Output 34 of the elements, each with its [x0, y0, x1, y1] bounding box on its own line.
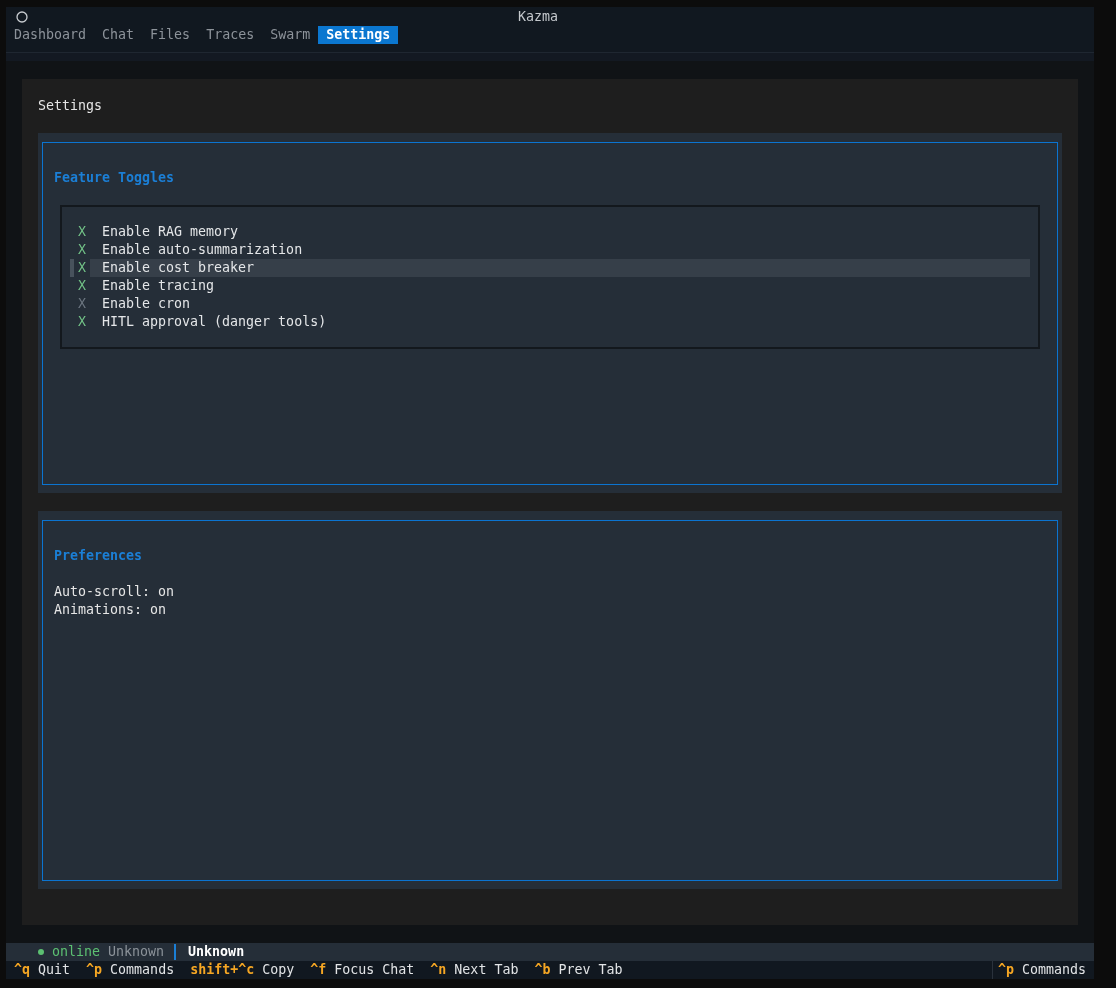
tab[interactable]: Chat [94, 26, 143, 44]
section-title: Feature Toggles [54, 169, 176, 187]
toggle-option[interactable]: Enable auto-summarization [90, 241, 303, 259]
toggle-option[interactable]: Enable RAG memory [90, 223, 239, 241]
panel-title: Settings [38, 97, 104, 115]
shortcut-button[interactable]: ^b Prev Tab [526, 961, 631, 979]
shortcut-button[interactable]: ^n Next Tab [422, 961, 527, 979]
tab[interactable]: Files [142, 26, 199, 44]
toggle-option[interactable]: Enable cost breaker [90, 259, 1030, 277]
shortcut-button[interactable]: ^f Focus Chat [302, 961, 423, 979]
shortcut-button[interactable]: shift+^c Copy [182, 961, 303, 979]
tab[interactable]: Traces [198, 26, 263, 44]
connection-status: online [52, 943, 101, 961]
circle-icon[interactable] [16, 10, 28, 23]
checkbox[interactable]: X [78, 241, 86, 259]
model-name: Unknown [108, 943, 165, 961]
app-title: Kazma [518, 8, 559, 26]
preference-line: Animations: on [54, 601, 168, 619]
tab[interactable]: Swarm [262, 26, 319, 44]
preference-line: Auto-scroll: on [54, 583, 176, 601]
checkbox[interactable]: X [78, 277, 86, 295]
toggle-option[interactable]: Enable tracing [90, 277, 215, 295]
checkbox[interactable]: X [78, 313, 86, 331]
shortcut-button[interactable]: ^q Quit [6, 961, 79, 979]
section-title: Preferences [54, 547, 144, 565]
toggle-option[interactable]: Enable cron [90, 295, 191, 313]
checkbox[interactable]: X [78, 259, 86, 277]
profile-name: Unknown [188, 943, 245, 961]
tab[interactable]: Dashboard [6, 26, 95, 44]
checkbox[interactable]: X [78, 223, 86, 241]
shortcut-button[interactable]: ^p Commands [78, 961, 183, 979]
shortcut-button[interactable]: ^p Commands [991, 961, 1094, 979]
toggle-option[interactable]: HITL approval (danger tools) [90, 313, 327, 331]
tab[interactable]: Settings [318, 26, 399, 44]
